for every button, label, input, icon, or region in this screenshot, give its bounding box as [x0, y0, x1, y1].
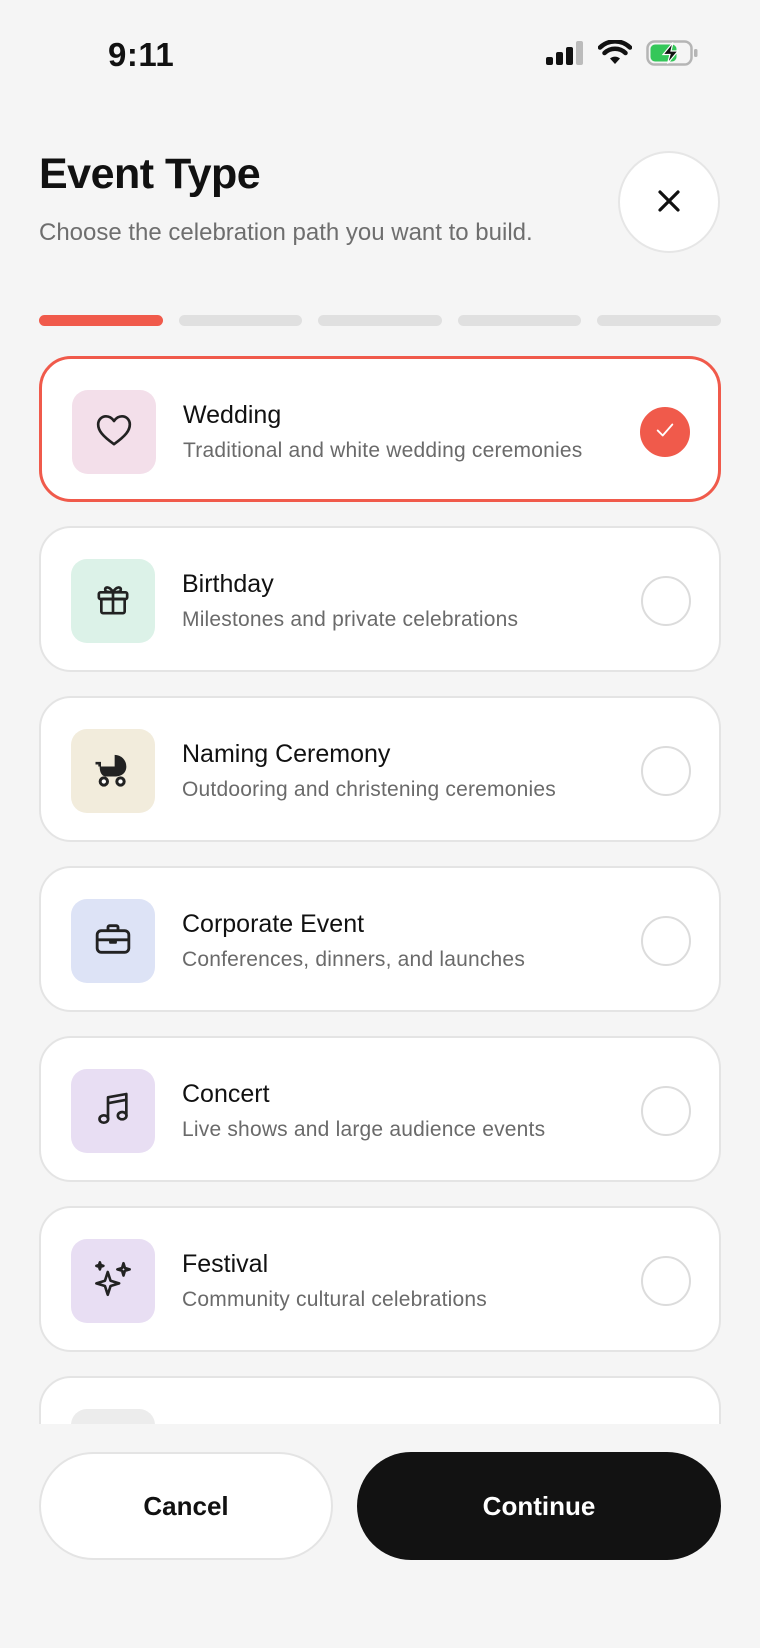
step-progress — [39, 315, 721, 326]
event-card-birthday[interactable]: Birthday Milestones and private celebrat… — [39, 526, 721, 672]
progress-step — [457, 315, 582, 326]
event-icon-box — [71, 1409, 155, 1424]
progress-step — [178, 315, 303, 326]
status-icons — [546, 39, 698, 71]
wifi-icon — [597, 39, 633, 71]
event-radio[interactable] — [641, 1086, 691, 1136]
event-radio[interactable] — [641, 1256, 691, 1306]
event-radio[interactable] — [641, 576, 691, 626]
event-label: Naming Ceremony — [182, 740, 391, 768]
event-icon-box — [71, 1239, 155, 1323]
event-radio[interactable] — [641, 916, 691, 966]
event-description: Traditional and white wedding ceremonies — [183, 439, 583, 462]
battery-charging-icon — [646, 40, 698, 71]
event-description: Outdooring and christening ceremonies — [182, 778, 556, 801]
heart-icon — [94, 410, 134, 455]
progress-step — [318, 315, 442, 326]
event-card-concert[interactable]: Concert Live shows and large audience ev… — [39, 1036, 721, 1182]
sparkles-icon — [92, 1258, 134, 1305]
event-description: Live shows and large audience events — [182, 1118, 546, 1141]
briefcase-icon — [93, 919, 133, 964]
event-radio[interactable] — [640, 407, 690, 457]
event-description: Community cultural celebrations — [182, 1288, 487, 1311]
event-card-wedding[interactable]: Wedding Traditional and white wedding ce… — [39, 356, 721, 502]
event-label: Festival — [182, 1250, 269, 1278]
cancel-button[interactable]: Cancel — [39, 1452, 333, 1560]
checkmark-icon — [654, 419, 676, 446]
page-title: Event Type — [39, 150, 261, 198]
footer-actions: Cancel Continue — [0, 1424, 760, 1648]
progress-step — [597, 315, 721, 326]
event-radio[interactable] — [641, 746, 691, 796]
status-time: 9:11 — [108, 36, 175, 73]
event-type-list-viewport[interactable]: Wedding Traditional and white wedding ce… — [0, 356, 760, 1424]
event-icon-box — [71, 899, 155, 983]
progress-step — [39, 315, 163, 326]
event-type-list: Wedding Traditional and white wedding ce… — [39, 356, 721, 1424]
baby-stroller-icon — [93, 749, 133, 794]
page-subtitle: Choose the celebration path you want to … — [39, 219, 533, 246]
close-button[interactable] — [618, 151, 720, 253]
status-bar: 9:11 — [0, 0, 760, 100]
event-card-naming-ceremony[interactable]: Naming Ceremony Outdooring and christeni… — [39, 696, 721, 842]
event-label: Wedding — [183, 401, 282, 429]
event-icon-box — [71, 729, 155, 813]
event-icon-box — [71, 1069, 155, 1153]
event-card-festival[interactable]: Festival Community cultural celebrations — [39, 1206, 721, 1352]
event-label: Concert — [182, 1080, 270, 1108]
gift-icon — [93, 579, 133, 624]
continue-button[interactable]: Continue — [357, 1452, 721, 1560]
cellular-signal-icon — [546, 41, 584, 70]
music-note-icon — [93, 1089, 133, 1134]
event-icon-box — [71, 559, 155, 643]
event-label: Corporate Event — [182, 910, 365, 938]
event-description: Conferences, dinners, and launches — [182, 948, 526, 971]
event-card-partial[interactable] — [39, 1376, 721, 1424]
event-description: Milestones and private celebrations — [182, 608, 519, 631]
close-icon — [657, 189, 681, 216]
event-icon-box — [72, 390, 156, 474]
event-card-corporate-event[interactable]: Corporate Event Conferences, dinners, an… — [39, 866, 721, 1012]
event-label: Birthday — [182, 570, 274, 598]
